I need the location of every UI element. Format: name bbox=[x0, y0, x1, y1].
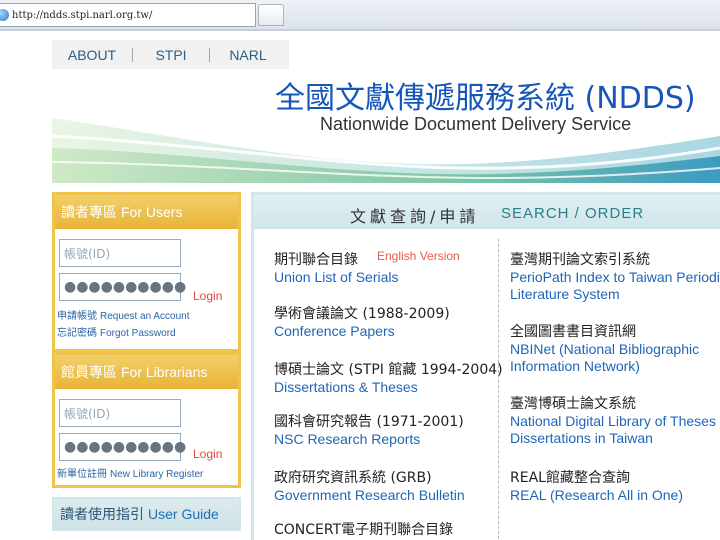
users-title-cn: 讀者專區 bbox=[61, 205, 117, 221]
nav-stpi[interactable]: STPI bbox=[133, 47, 209, 63]
item-title-en: Dissertations & Theses bbox=[274, 379, 418, 395]
left-item-nsc-reports[interactable]: 國科會研究報告 (1971-2001) NSC Research Reports bbox=[274, 413, 464, 448]
left-item-union-list[interactable]: 期刊聯合目錄 Union List of Serials bbox=[274, 251, 399, 286]
item-title-cn: 國科會研究報告 (1971-2001) bbox=[274, 414, 464, 430]
item-title-en: Government Research Bulletin bbox=[274, 487, 465, 503]
item-title-en-line2: Dissertations in Taiwan bbox=[510, 430, 653, 446]
forgot-password-cn: 忘記密碼 bbox=[57, 328, 97, 339]
users-login-button[interactable]: Login bbox=[193, 289, 222, 303]
librarians-panel-title: 館員專區 For Librarians bbox=[55, 355, 238, 389]
left-item-dissertations[interactable]: 博碩士論文 (STPI 館藏 1994-2004) Dissertations … bbox=[274, 361, 503, 396]
item-title-en: National Digital Library of Theses and bbox=[510, 413, 720, 429]
register-en: New Library Register bbox=[110, 469, 204, 480]
site-banner: ABOUT STPI NARL 全國文獻傳遞服務系統 (NDDS) Nation… bbox=[52, 40, 720, 183]
item-title-en-line2: Information Network) bbox=[510, 358, 640, 374]
item-title-cn: 臺灣期刊論文索引系統 bbox=[510, 252, 650, 268]
address-url: http://ndds.stpi.narl.org.tw/ bbox=[12, 9, 153, 21]
search-heading-cn: 文獻查詢/申請 bbox=[350, 207, 480, 226]
item-title-en: Conference Papers bbox=[274, 323, 395, 339]
request-account-link[interactable]: 申請帳號 Request an Account bbox=[57, 307, 190, 322]
item-title-cn: 全國圖書書目資訊網 bbox=[510, 324, 636, 340]
search-heading-en: SEARCH / ORDER bbox=[501, 205, 645, 222]
nav-narl[interactable]: NARL bbox=[210, 47, 286, 63]
toolbar-divider bbox=[0, 29, 720, 31]
item-title-cn: REAL館藏整合查詢 bbox=[510, 470, 630, 486]
item-title-en: REAL (Research All in One) bbox=[510, 487, 683, 503]
librarians-password-input[interactable]: ●●●●●●●●●● bbox=[59, 433, 186, 461]
top-navigation: ABOUT STPI NARL bbox=[52, 40, 289, 69]
users-panel-title: 讀者專區 For Users bbox=[55, 195, 238, 229]
item-title-cn: 期刊聯合目錄 bbox=[274, 252, 358, 268]
site-subtitle: Nationwide Document Delivery Service bbox=[320, 114, 632, 134]
guide-title-en: User Guide bbox=[148, 506, 219, 522]
browser-toolbar: http://ndds.stpi.narl.org.tw/ bbox=[0, 0, 720, 30]
right-item-periopath[interactable]: 臺灣期刊論文索引系統 PerioPath Index to Taiwan Per… bbox=[510, 251, 720, 303]
register-cn: 新單位註冊 bbox=[57, 469, 107, 480]
request-account-en: Request an Account bbox=[100, 311, 190, 322]
site-title: 全國文獻傳遞服務系統 (NDDS) bbox=[275, 81, 696, 116]
left-item-concert[interactable]: CONCERT電子期刊聯合目錄 bbox=[274, 521, 453, 539]
users-title-en: For Users bbox=[121, 204, 183, 220]
forgot-password-link[interactable]: 忘記密碼 Forgot Password bbox=[57, 324, 176, 339]
address-bar[interactable]: http://ndds.stpi.narl.org.tw/ bbox=[0, 3, 256, 27]
item-title-cn: CONCERT電子期刊聯合目錄 bbox=[274, 522, 454, 538]
left-item-conference[interactable]: 學術會議論文 (1988-2009) Conference Papers bbox=[274, 305, 450, 340]
librarians-login-button[interactable]: Login bbox=[193, 447, 222, 461]
item-title-cn: 臺灣博碩士論文系統 bbox=[510, 396, 636, 412]
item-title-en: PerioPath Index to Taiwan Periodic bbox=[510, 269, 720, 285]
item-title-en: Union List of Serials bbox=[274, 269, 399, 285]
forgot-password-en: Forgot Password bbox=[100, 328, 176, 339]
users-panel: 讀者專區 For Users 帳號(ID) ●●●●●●●●●● Login 申… bbox=[52, 192, 241, 352]
right-item-real[interactable]: REAL館藏整合查詢 REAL (Research All in One) bbox=[510, 469, 683, 504]
item-title-en-line2: Literature System bbox=[510, 286, 620, 302]
item-title-cn: 政府研究資訊系統 (GRB) bbox=[274, 470, 432, 486]
item-title-en: NBINet (National Bibliographic bbox=[510, 341, 700, 357]
left-item-grb[interactable]: 政府研究資訊系統 (GRB) Government Research Bulle… bbox=[274, 469, 465, 504]
search-order-header: 文獻查詢/申請 SEARCH / ORDER bbox=[254, 195, 720, 229]
users-id-input[interactable]: 帳號(ID) bbox=[59, 239, 181, 267]
globe-icon bbox=[0, 9, 9, 21]
users-password-input[interactable]: ●●●●●●●●●● bbox=[59, 273, 186, 301]
right-item-nbinet[interactable]: 全國圖書書目資訊網 NBINet (National Bibliographic… bbox=[510, 323, 699, 375]
nav-about[interactable]: ABOUT bbox=[52, 47, 132, 63]
new-library-register-link[interactable]: 新單位註冊 New Library Register bbox=[57, 465, 203, 480]
guide-title-cn: 讀者使用指引 bbox=[60, 507, 144, 523]
item-title-en: NSC Research Reports bbox=[274, 431, 421, 447]
search-order-panel: 文獻查詢/申請 SEARCH / ORDER English Version 期… bbox=[251, 192, 720, 540]
user-guide-link[interactable]: 讀者使用指引 User Guide bbox=[52, 497, 241, 531]
right-item-ndltd[interactable]: 臺灣博碩士論文系統 National Digital Library of Th… bbox=[510, 395, 720, 447]
librarians-panel: 館員專區 For Librarians 帳號(ID) ●●●●●●●●●● Lo… bbox=[52, 352, 241, 488]
item-title-cn: 學術會議論文 (1988-2009) bbox=[274, 306, 450, 322]
request-account-cn: 申請帳號 bbox=[57, 311, 97, 322]
librarians-id-input[interactable]: 帳號(ID) bbox=[59, 399, 181, 427]
librarians-title-cn: 館員專區 bbox=[61, 365, 117, 381]
librarians-title-en: For Librarians bbox=[121, 364, 208, 380]
item-title-cn: 博碩士論文 (STPI 館藏 1994-2004) bbox=[274, 362, 503, 378]
new-tab-button[interactable] bbox=[258, 4, 284, 26]
